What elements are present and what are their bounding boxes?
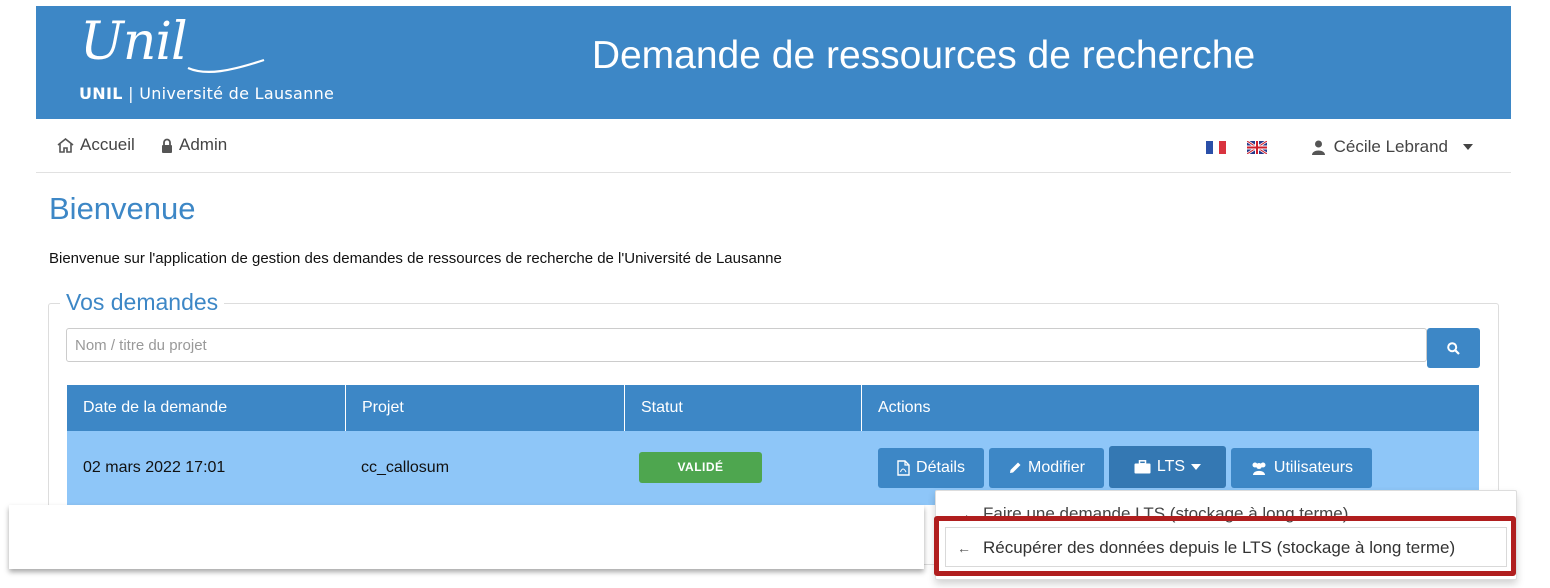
lock-icon xyxy=(162,138,172,153)
column-header-status: Statut xyxy=(624,385,861,431)
arrow-left-icon: ← xyxy=(957,540,971,556)
search-input[interactable] xyxy=(66,328,1427,362)
nav-admin-link[interactable]: Admin xyxy=(161,135,227,155)
home-icon xyxy=(57,137,74,153)
app-title: Demande de ressources de recherche xyxy=(591,34,1256,77)
page-title: Bienvenue xyxy=(49,191,196,226)
logo-org-short: UNIL xyxy=(79,84,123,103)
lts-retrieve-label: Récupérer des données depuis le LTS (sto… xyxy=(983,538,1456,557)
nav-admin-label: Admin xyxy=(179,135,228,154)
briefcase-icon xyxy=(1134,460,1151,474)
user-menu[interactable]: Cécile Lebrand xyxy=(1311,137,1473,157)
lts-request-label: Faire une demande LTS (stockage à long t… xyxy=(983,504,1349,523)
chevron-down-icon xyxy=(1191,464,1202,470)
column-header-actions: Actions xyxy=(861,385,1479,431)
top-nav: Accueil Admin Cécile Lebrand xyxy=(36,120,1511,173)
nav-home-label: Accueil xyxy=(80,135,135,154)
lts-dropdown-button[interactable]: LTS xyxy=(1109,446,1226,488)
intro-text: Bienvenue sur l'application de gestion d… xyxy=(49,250,782,267)
users-label: Utilisateurs xyxy=(1273,459,1354,476)
request-project: cc_callosum xyxy=(361,459,450,476)
requests-legend: Vos demandes xyxy=(60,289,225,316)
users-button[interactable]: Utilisateurs xyxy=(1231,448,1372,488)
column-header-project: Projet xyxy=(345,385,624,431)
flag-fr-icon[interactable] xyxy=(1206,141,1226,154)
logo-subtitle: UNIL | Université de Lausanne xyxy=(79,84,334,103)
search-button[interactable] xyxy=(1427,328,1480,368)
details-button[interactable]: Détails xyxy=(878,448,984,488)
flag-uk-icon[interactable] xyxy=(1247,141,1267,154)
user-icon xyxy=(1311,140,1325,155)
nav-home-link[interactable]: Accueil xyxy=(57,135,135,155)
lts-retrieve-menu-item[interactable]: ← Récupérer des données depuis le LTS (st… xyxy=(935,530,1515,566)
edit-label: Modifier xyxy=(1028,459,1085,476)
details-label: Détails xyxy=(916,459,965,476)
header-banner: Unil UNIL | Université de Lausanne Deman… xyxy=(36,6,1511,119)
users-icon xyxy=(1252,462,1266,475)
pencil-icon xyxy=(1010,462,1021,473)
lts-label: LTS xyxy=(1156,458,1186,475)
search-icon xyxy=(1447,341,1460,355)
column-header-date: Date de la demande xyxy=(83,399,228,416)
logo-divider: | xyxy=(128,84,140,103)
user-name: Cécile Lebrand xyxy=(1333,137,1448,156)
overlay-panel xyxy=(9,505,924,569)
file-pdf-icon xyxy=(897,460,910,476)
status-badge: VALIDÉ xyxy=(639,452,762,483)
chevron-down-icon xyxy=(1463,144,1473,150)
table-header: Date de la demande Projet Statut Actions xyxy=(67,385,1479,431)
edit-button[interactable]: Modifier xyxy=(989,448,1104,488)
logo-org-full: Université de Lausanne xyxy=(139,84,335,103)
request-date: 02 mars 2022 17:01 xyxy=(83,459,226,476)
